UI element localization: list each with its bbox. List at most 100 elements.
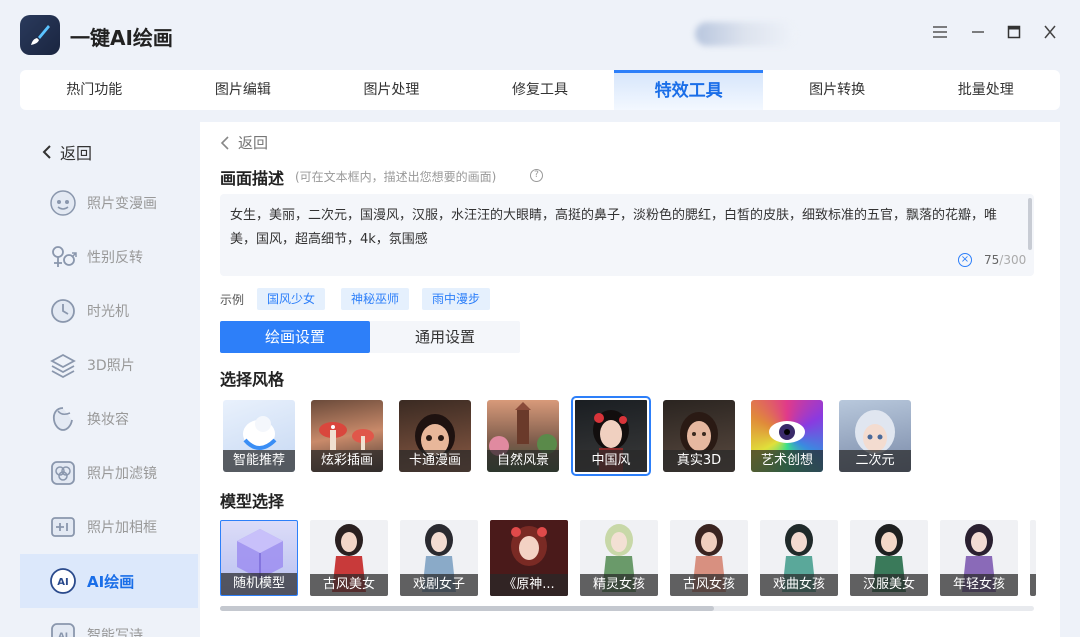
close-icon[interactable] [1040,24,1060,44]
tab-hot-features[interactable]: 热门功能 [20,70,169,110]
sidebar-item-time-machine[interactable]: 时光机 [20,284,198,338]
model-card-selected[interactable]: 随机模型 [220,520,298,596]
tab-batch-process[interactable]: 批量处理 [911,70,1060,110]
style-caption: 艺术创想 [751,450,823,472]
style-caption: 智能推荐 [223,450,295,472]
sidebar-back-button[interactable]: 返回 [40,140,92,164]
tab-general-settings[interactable]: 通用设置 [370,321,520,353]
style-caption: 中国风 [575,450,647,472]
style-caption: 真实3D [663,450,735,472]
model-card[interactable]: 年轻女孩 [940,520,1018,596]
style-caption: 自然风景 [487,450,559,472]
style-card[interactable]: 二次元 [839,400,911,472]
sidebar-item-label: 智能写诗 [87,628,143,637]
clock-icon [51,299,75,323]
tab-image-edit[interactable]: 图片编辑 [169,70,318,110]
style-card-selected[interactable]: 中国风 [571,396,651,476]
example-chip[interactable]: 国风少女 [257,288,326,310]
style-card[interactable]: 炫彩插画 [311,400,383,472]
svg-text:AI: AI [58,632,68,637]
sidebar-item-label: 性别反转 [87,250,143,266]
style-card[interactable]: 智能推荐 [223,400,295,472]
back-label: 返回 [238,134,269,152]
sidebar-item-label: AI绘画 [87,572,135,591]
frame-icon [51,517,75,537]
model-card-partial[interactable] [1030,520,1036,596]
model-caption: 《原神... [490,574,568,596]
app-title: 一键AI绘画 [70,26,173,50]
tab-repair-tools[interactable]: 修复工具 [466,70,615,110]
description-text: 女生，美丽，二次元，国漫风，汉服，水汪汪的大眼睛，高挺的鼻子，淡粉色的腮红，白皙… [230,208,998,247]
sidebar-item-photo-frame[interactable]: 照片加相框 [20,500,198,554]
model-card[interactable]: 戏剧女子 [400,520,478,596]
app-logo [20,15,60,55]
tab-image-process[interactable]: 图片处理 [317,70,466,110]
model-card[interactable]: 精灵女孩 [580,520,658,596]
back-button[interactable]: 返回 [220,132,268,153]
chevron-left-icon [42,145,51,159]
model-scrollbar-thumb[interactable] [220,606,714,611]
model-caption: 年轻女孩 [940,574,1018,596]
description-hint: (可在文本框内，描述出您想要的画面) [295,170,497,184]
example-label: 示例 [220,293,245,307]
sidebar-item-label: 照片变漫画 [87,196,157,212]
main-panel: 返回 画面描述 (可在文本框内，描述出您想要的画面) ? 女生，美丽，二次元，国… [200,122,1060,637]
sidebar-item-label: 照片加滤镜 [87,466,157,482]
model-caption: 汉服美女 [850,574,928,596]
description-scrollbar[interactable] [1028,198,1032,250]
tab-image-convert[interactable]: 图片转换 [763,70,912,110]
tab-effect-tools[interactable]: 特效工具 [614,70,763,110]
description-textarea[interactable]: 女生，美丽，二次元，国漫风，汉服，水汪汪的大眼睛，高挺的鼻子，淡粉色的腮红，白皙… [220,194,1034,276]
sidebar-item-label: 换妆容 [87,412,129,428]
sidebar-item-label: 时光机 [87,304,129,320]
settings-tabs: 绘画设置 通用设置 [220,321,520,353]
model-caption: 戏曲女孩 [760,574,838,596]
filter-icon [51,461,75,485]
top-nav: 热门功能 图片编辑 图片处理 修复工具 特效工具 图片转换 批量处理 [20,70,1060,110]
description-title: 画面描述 [220,169,285,188]
ai-poem-icon: AI [51,623,75,637]
brush-icon [31,25,50,45]
makeup-icon [52,407,73,431]
sidebar-item-gender-swap[interactable]: 性别反转 [20,230,198,284]
style-caption: 炫彩插画 [311,450,383,472]
model-caption: 古风女孩 [670,574,748,596]
style-card[interactable]: 真实3D [663,400,735,472]
clear-text-icon[interactable]: × [958,253,972,267]
sidebar-item-photo-filter[interactable]: 照片加滤镜 [20,446,198,500]
model-section-title: 模型选择 [220,492,285,511]
style-caption: 二次元 [839,450,911,472]
model-caption: 古风美女 [310,574,388,596]
model-card[interactable]: 《原神... [490,520,568,596]
model-scrollbar[interactable] [220,606,1034,611]
model-card[interactable]: 古风美女 [310,520,388,596]
model-card[interactable]: 汉服美女 [850,520,928,596]
style-card[interactable]: 卡通漫画 [399,400,471,472]
style-card[interactable]: 艺术创想 [751,400,823,472]
example-chip[interactable]: 神秘巫师 [341,288,410,310]
sidebar-back-label: 返回 [60,144,93,163]
sidebar-item-ai-painting[interactable]: AI AI绘画 [20,554,198,608]
menu-icon[interactable] [930,24,950,44]
character-count: 75/300 [984,253,1027,267]
style-card[interactable]: 自然风景 [487,400,559,472]
sidebar-item-ai-poem[interactable]: AI 智能写诗 [20,608,198,637]
sidebar: 返回 照片变漫画 性别反转 时光机 3D照片 换妆容 照片加滤镜 照片加相框 A… [20,122,198,637]
svg-text:AI: AI [57,577,68,588]
user-account-avatar[interactable] [695,22,795,46]
model-caption: 随机模型 [221,573,297,595]
maximize-icon[interactable] [1004,24,1024,44]
model-caption: 戏剧女子 [400,574,478,596]
model-card[interactable]: 古风女孩 [670,520,748,596]
sidebar-item-3d-photo[interactable]: 3D照片 [20,338,198,392]
sidebar-item-label: 照片加相框 [87,520,157,536]
model-card[interactable]: 戏曲女孩 [760,520,838,596]
tab-paint-settings[interactable]: 绘画设置 [220,321,370,353]
example-chip[interactable]: 雨中漫步 [422,288,491,310]
help-icon[interactable]: ? [530,169,543,182]
minimize-icon[interactable] [968,24,988,44]
model-caption: 精灵女孩 [580,574,658,596]
ai-paint-icon: AI [50,568,76,594]
sidebar-item-photo-to-cartoon[interactable]: 照片变漫画 [20,176,198,230]
sidebar-item-makeup[interactable]: 换妆容 [20,392,198,446]
